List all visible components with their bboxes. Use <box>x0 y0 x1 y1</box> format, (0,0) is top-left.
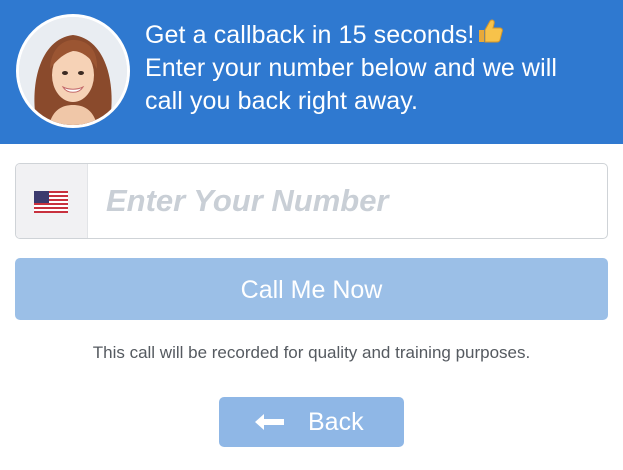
phone-number-input[interactable] <box>88 164 607 238</box>
thumbs-up-icon <box>476 19 504 52</box>
header-line-3: call you back right away. <box>145 87 418 115</box>
phone-number-field <box>15 163 608 239</box>
call-me-now-button[interactable]: Call Me Now <box>15 258 608 320</box>
recording-disclaimer: This call will be recorded for quality a… <box>92 343 531 362</box>
back-button[interactable]: Back <box>219 397 404 447</box>
header-line-1-text: Get a callback in 15 seconds! <box>145 21 475 49</box>
header-message: Get a callback in 15 seconds! Enter your… <box>145 19 615 118</box>
header-line-2: Enter your number below and we will <box>145 54 558 82</box>
agent-avatar <box>16 14 130 128</box>
callback-header: Get a callback in 15 seconds! Enter your… <box>0 0 623 144</box>
back-button-label: Back <box>308 408 364 436</box>
us-flag-icon <box>34 191 68 213</box>
country-selector[interactable] <box>16 164 88 238</box>
left-arrow-icon <box>255 414 284 430</box>
agent-photo-icon <box>19 17 127 125</box>
header-line-1: Get a callback in 15 seconds! <box>145 19 615 52</box>
